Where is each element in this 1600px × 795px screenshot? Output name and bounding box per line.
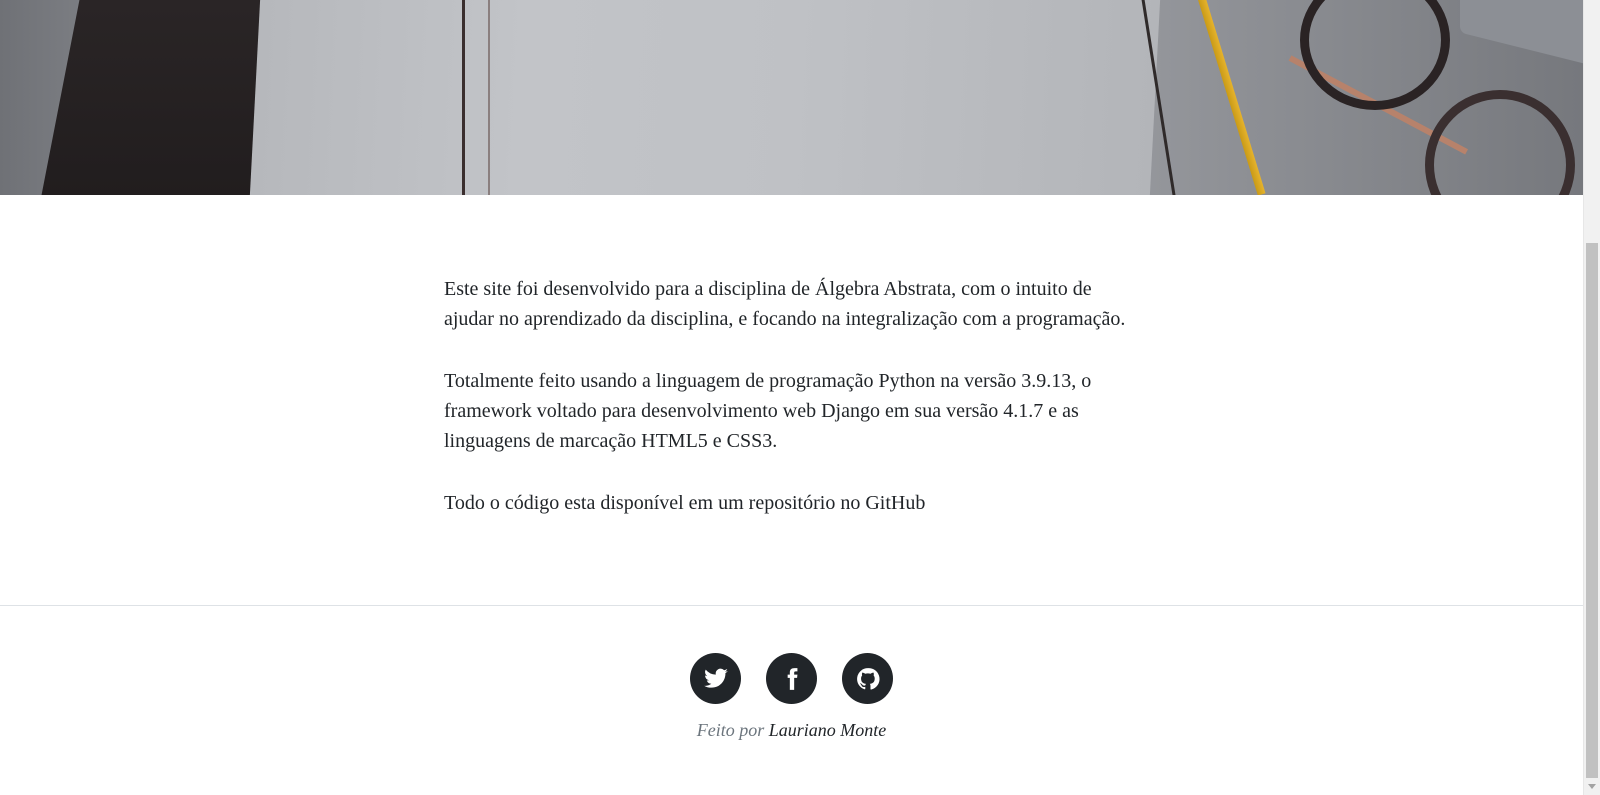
paper-edge-line [488,0,490,195]
github-link[interactable] [842,653,893,704]
github-icon [856,667,880,690]
about-paragraph-3: Todo o código esta disponível em um repo… [444,492,926,514]
pencil-shape [1195,0,1266,195]
twitter-icon [703,668,728,688]
scroll-down-arrow-icon[interactable] [1588,784,1596,789]
paper-shape [249,0,1161,195]
scrollbar-thumb[interactable] [1586,243,1598,778]
about-paragraph-2: Totalmente feito usando a linguagem de p… [444,370,1092,452]
about-paragraph-1: Este site foi desenvolvido para a discip… [444,278,1126,330]
laptop-corner [1460,0,1583,68]
facebook-link[interactable] [766,653,817,704]
pen-line [462,0,465,195]
footer-credit: Feito por Lauriano Monte [0,720,1583,741]
facebook-icon [787,667,797,690]
twitter-link[interactable] [690,653,741,704]
credit-author-link[interactable]: Lauriano Monte [769,720,887,740]
glasses-lens-left [1300,0,1450,110]
vertical-scrollbar[interactable] [1583,0,1600,795]
about-content: Este site foi desenvolvido para a discip… [444,274,1144,550]
credit-prefix: Feito por [696,720,765,740]
social-links [690,653,893,705]
footer-divider [0,605,1583,606]
glasses-lens-right [1425,90,1575,195]
hero-image [0,0,1583,195]
